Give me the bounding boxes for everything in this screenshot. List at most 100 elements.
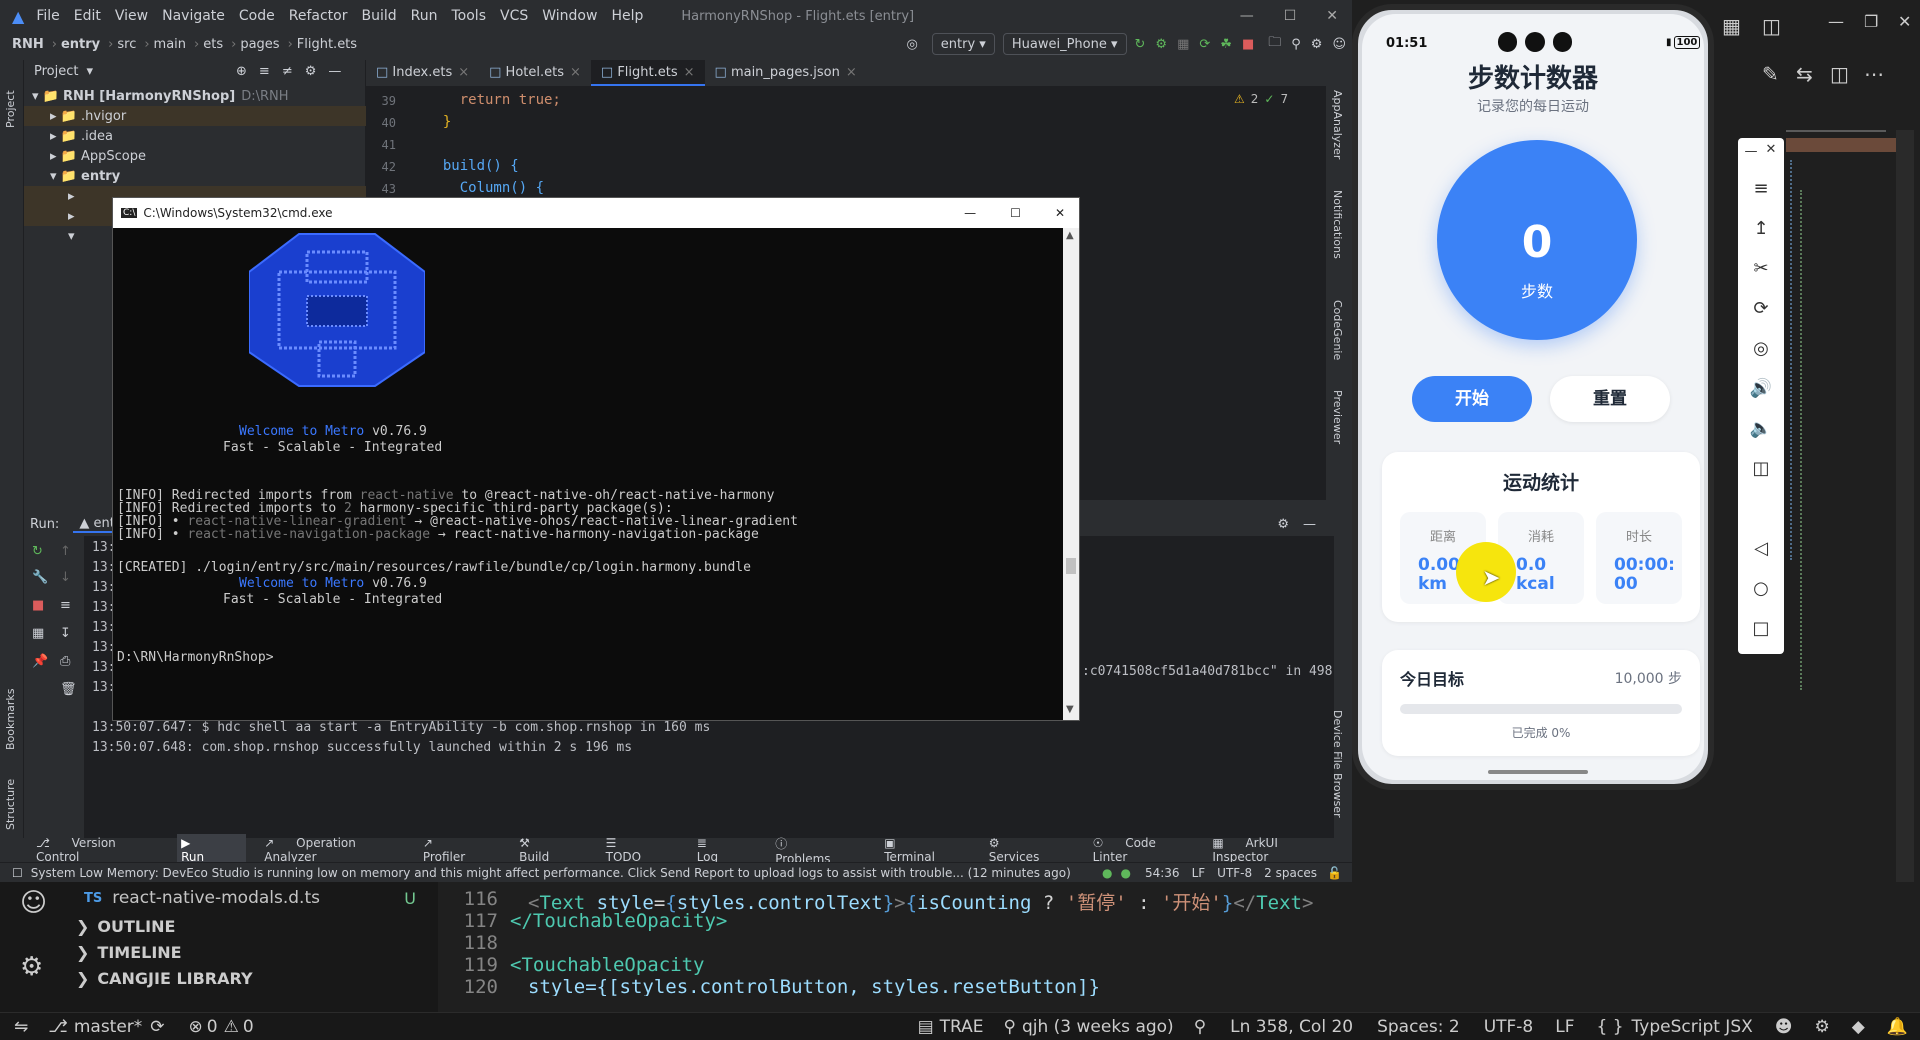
debug-icon[interactable]: ⚙ — [1155, 37, 1167, 52]
scrollbar[interactable] — [1896, 130, 1914, 942]
close-tab-icon[interactable]: × — [458, 65, 469, 80]
menu-item-edit[interactable]: Edit — [74, 8, 101, 24]
copilot-icon[interactable]: ☻ — [1775, 1017, 1793, 1037]
wrap-icon[interactable]: ≡ — [60, 598, 71, 613]
minimap[interactable] — [1786, 130, 1906, 850]
menu-item-build[interactable]: Build — [361, 8, 396, 24]
account-icon[interactable]: ☺ — [1332, 37, 1346, 52]
hide-icon[interactable]: — — [328, 64, 341, 79]
editor-tab[interactable]: □ main_pages.json × — [705, 60, 867, 86]
app-analyzer-button[interactable]: AppAnalyzer — [1331, 90, 1344, 159]
indent-setting[interactable]: 2 spaces — [1264, 866, 1317, 880]
stop-icon[interactable]: ■ — [32, 598, 44, 613]
print-icon[interactable]: ⎙ — [60, 654, 70, 669]
breadcrumb-item[interactable]: ets — [203, 37, 223, 52]
tool-tab-version-control[interactable]: ⎇ Version Control — [36, 836, 159, 864]
stop-icon[interactable]: ■ — [1242, 37, 1254, 52]
breadcrumb-item[interactable]: entry — [61, 37, 100, 52]
minimize-icon[interactable]: — — [1240, 8, 1254, 24]
tool-tab-services[interactable]: ⚙ Services — [989, 836, 1075, 864]
codegenie-button[interactable]: CodeGenie — [1331, 300, 1344, 360]
rerun-icon[interactable]: ↻ — [32, 544, 43, 559]
tool-tab-build[interactable]: ⚒ Build — [519, 836, 588, 864]
volume-up-icon[interactable]: 🔊 — [1738, 378, 1784, 399]
menu-item-navigate[interactable]: Navigate — [162, 8, 225, 24]
menu-item-file[interactable]: File — [36, 8, 59, 24]
profile-icon[interactable]: ▦ — [1177, 37, 1189, 52]
attach-icon[interactable]: ☘ — [1220, 37, 1232, 52]
line-separator[interactable]: LF — [1192, 866, 1206, 880]
folder-icon[interactable]: 🗀 — [1268, 33, 1281, 55]
cursor-position[interactable]: 54:36 — [1145, 866, 1180, 880]
menu-icon[interactable]: ≡ — [1738, 178, 1784, 199]
cangjie-section[interactable]: ❯ CANGJIE LIBRARY — [70, 962, 438, 994]
close-tab-icon[interactable]: × — [846, 65, 857, 80]
shake-icon[interactable]: ◫ — [1738, 458, 1784, 479]
collapse-all-icon[interactable]: ≠ — [282, 64, 293, 79]
locate-icon[interactable]: ⊕ — [236, 64, 247, 79]
location-icon[interactable]: ◎ — [1738, 338, 1784, 359]
maximize-icon[interactable]: ☐ — [1010, 206, 1021, 220]
wrench-icon[interactable]: 🔧 — [32, 570, 48, 585]
close-tab-icon[interactable]: × — [684, 65, 695, 80]
settings-icon[interactable]: ⚙ — [1311, 37, 1323, 52]
tool-tab-terminal[interactable]: ▣ Terminal — [884, 836, 971, 864]
start-button[interactable]: 开始 — [1412, 376, 1532, 422]
tool-tab-code-linter[interactable]: ☉ Code Linter — [1093, 836, 1195, 864]
expand-all-icon[interactable]: ≡ — [259, 64, 270, 79]
tree-item-appscope[interactable]: ▸ 📁 AppScope — [24, 146, 366, 166]
breadcrumb-item[interactable]: src — [117, 37, 136, 52]
extension-icon[interactable]: ⚙ — [1815, 1017, 1830, 1037]
run-config-select[interactable]: entry ▾ — [931, 33, 995, 55]
menu-item-window[interactable]: Window — [542, 8, 597, 24]
back-icon[interactable]: ◁ — [1738, 538, 1784, 559]
compare-icon[interactable]: ⇆ — [1796, 62, 1813, 86]
tool-tab-arkui-inspector[interactable]: ▦ ArkUI Inspector — [1212, 836, 1334, 864]
status-message[interactable]: System Low Memory: DevEco Studio is runn… — [31, 866, 1071, 880]
tool-tab-problems[interactable]: ⓘ Problems — [775, 835, 866, 866]
structure-tool-button[interactable]: Structure — [4, 760, 20, 830]
recents-icon[interactable]: □ — [1738, 618, 1784, 639]
device-select[interactable]: Huawei_Phone ▾ — [1002, 33, 1127, 55]
layout-icon[interactable]: ▦ — [1722, 14, 1741, 38]
target-icon[interactable]: ◎ — [906, 37, 917, 52]
maximize-icon[interactable]: ☐ — [1284, 8, 1297, 24]
inspection-widget[interactable]: ⚠ 2 ✓ 7 — [1234, 92, 1288, 106]
git-branch[interactable]: master* — [74, 1017, 142, 1037]
breadcrumb-item[interactable]: main — [154, 37, 186, 52]
error-count[interactable]: 0 — [207, 1017, 218, 1037]
language-mode[interactable]: TypeScript JSX — [1632, 1017, 1753, 1037]
bell-icon[interactable]: 🔔 — [1887, 1017, 1908, 1037]
pin-icon[interactable]: 📌 — [32, 654, 48, 669]
editor-tab[interactable]: □ Flight.ets × — [590, 60, 705, 86]
breadcrumb-item[interactable]: RNH — [12, 37, 44, 52]
cursor-position[interactable]: Ln 358, Col 20 — [1230, 1017, 1353, 1037]
warning-count[interactable]: 0 — [243, 1017, 254, 1037]
volume-down-icon[interactable]: 🔈 — [1738, 418, 1784, 439]
pin-top-icon[interactable]: ↥ — [1738, 218, 1784, 239]
screenshot-icon[interactable]: ✂ — [1738, 258, 1784, 279]
search-icon[interactable]: ⚲ — [1291, 37, 1301, 52]
tool-tab-profiler[interactable]: ↗ Profiler — [423, 836, 501, 864]
tool-tab-operation-analyzer[interactable]: ↗ Operation Analyzer — [264, 836, 405, 864]
editor-tab[interactable]: □ Hotel.ets × — [479, 60, 591, 86]
tool-tab-log[interactable]: ≣ Log — [697, 836, 758, 864]
tree-item-entry[interactable]: ▾ 📁 entry — [24, 166, 366, 186]
more-icon[interactable]: ⋯ — [1864, 62, 1884, 86]
home-icon[interactable]: ○ — [1738, 578, 1784, 599]
file-encoding[interactable]: UTF-8 — [1217, 866, 1252, 880]
menu-item-view[interactable]: View — [115, 8, 148, 24]
gear-icon[interactable]: ⚙ — [20, 952, 43, 982]
scroll-end-icon[interactable]: ↧ — [60, 626, 71, 641]
minimize-icon[interactable]: — — [964, 206, 976, 220]
close-icon[interactable]: ✕ — [1326, 8, 1338, 24]
restore-icon[interactable]: ❐ — [1864, 12, 1878, 31]
account-icon[interactable]: ☺ — [20, 888, 47, 918]
rerun-icon[interactable]: ⟳ — [1199, 37, 1210, 52]
project-panel-title[interactable]: Project — [34, 64, 78, 79]
gear-icon[interactable]: ⚙ — [305, 64, 317, 79]
project-tool-button[interactable]: Project — [4, 68, 20, 128]
indent-setting[interactable]: Spaces: 2 — [1377, 1017, 1460, 1037]
gear-icon[interactable]: ⚙ — [1277, 517, 1289, 532]
tree-item-hvigor[interactable]: ▸ 📁 .hvigor — [24, 106, 366, 126]
